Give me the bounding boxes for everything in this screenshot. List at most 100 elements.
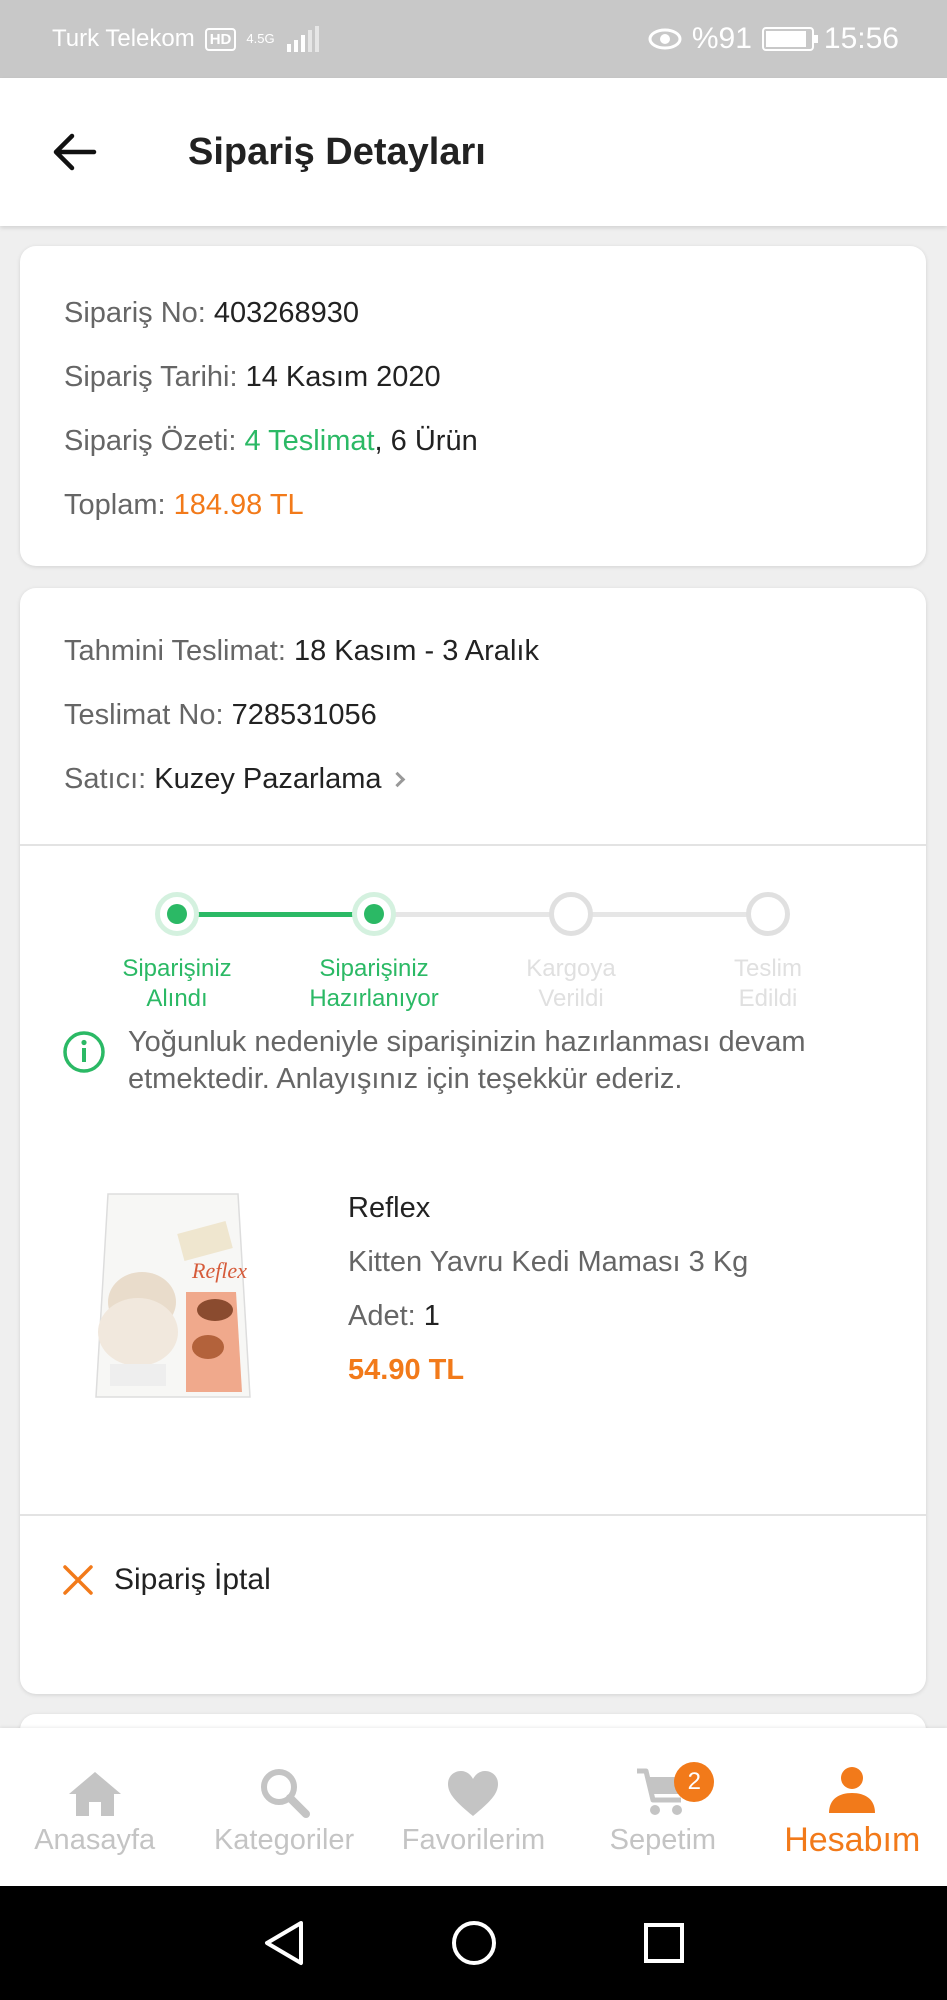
order-summary-separator: , <box>374 425 383 457</box>
order-status-tracker: Siparişiniz Alındı Siparişiniz Hazırlanıyor… <box>20 846 926 1014</box>
seller-row: Satıcı: Kuzey Pazarlama <box>64 762 926 826</box>
page-title: Sipariş Detayları <box>188 130 486 173</box>
seller-link[interactable]: Kuzey Pazarlama <box>154 762 405 796</box>
tracker-step-label-line1: Siparişiniz <box>319 955 429 982</box>
tracker-step-dot <box>746 892 790 936</box>
order-date-label: Sipariş Tarihi: <box>64 361 238 393</box>
nav-account[interactable]: Hesabım <box>758 1755 947 1860</box>
order-date-value: 14 Kasım 2020 <box>245 361 441 393</box>
nav-cart-label: Sepetim <box>609 1823 717 1856</box>
nav-cart[interactable]: Sepetim 2 <box>568 1758 757 1857</box>
tracker-step-label-line1: Teslim <box>733 955 802 982</box>
bottom-nav: Anasayfa Kategoriler Favorilerim Sepetim… <box>0 1728 947 1886</box>
cancel-order-label: Sipariş İptal <box>114 1563 271 1596</box>
product-item[interactable]: Reflex Reflex Kitten Yavru Kedi Maması 3… <box>20 1174 926 1514</box>
system-home-button[interactable] <box>444 1913 504 1973</box>
tracker-line <box>197 912 354 917</box>
product-name: Kitten Yavru Kedi Maması 3 Kg <box>348 1246 749 1278</box>
delivery-card: Tahmini Teslimat: 18 Kasım - 3 Aralık Te… <box>20 588 926 1694</box>
estimated-delivery-row: Tahmini Teslimat: 18 Kasım - 3 Aralık <box>64 634 926 698</box>
tracker-step-dot <box>549 892 593 936</box>
tracker-step-label: Siparişiniz Alındı <box>87 954 267 1014</box>
person-icon <box>829 1766 876 1813</box>
status-left: Turk Telekom HD 4.5G <box>52 25 319 53</box>
order-summary-card: Sipariş No: 403268930 Sipariş Tarihi: 14… <box>20 246 926 566</box>
tracker-line <box>591 912 748 917</box>
system-recents-button[interactable] <box>634 1913 694 1973</box>
back-button[interactable] <box>34 112 114 192</box>
nav-home[interactable]: Anasayfa <box>0 1758 189 1857</box>
product-quantity-value: 1 <box>423 1300 440 1332</box>
nav-favorites-label: Favorilerim <box>401 1823 546 1856</box>
nav-categories-label: Kategoriler <box>213 1823 355 1856</box>
clock: 15:56 <box>823 22 899 55</box>
order-total-row: Toplam: 184.98 TL <box>64 488 926 552</box>
info-icon <box>63 1031 105 1073</box>
tracker-step-dot <box>352 892 396 936</box>
product-brand-logo: Reflex <box>191 1258 247 1283</box>
tracker-step-label-line2: Alındı <box>146 985 208 1012</box>
hd-icon: HD <box>204 27 237 51</box>
order-total-label: Toplam: <box>64 489 166 521</box>
carrier-name: Turk Telekom <box>52 25 195 52</box>
tracker-step-label-line2: Verildi <box>538 985 604 1012</box>
product-brand: Reflex <box>348 1192 431 1224</box>
tracker-step-label-line1: Siparişiniz <box>122 955 232 982</box>
product-image: Reflex <box>80 1182 266 1412</box>
cart-count-badge: 2 <box>674 1761 715 1802</box>
delivery-number-row: Teslimat No: 728531056 <box>64 698 926 762</box>
order-summary-label: Sipariş Özeti: <box>64 425 237 457</box>
close-icon <box>63 1565 93 1595</box>
seller-label: Satıcı: <box>64 763 147 795</box>
seller-name: Kuzey Pazarlama <box>154 763 382 795</box>
system-back-button[interactable] <box>254 1913 314 1973</box>
home-icon <box>68 1771 121 1816</box>
heart-icon <box>448 1770 499 1816</box>
order-date-row: Sipariş Tarihi: 14 Kasım 2020 <box>64 360 926 424</box>
tracker-step-label: Kargoya Verildi <box>481 954 661 1014</box>
tracker-line <box>394 912 551 917</box>
order-number-row: Sipariş No: 403268930 <box>64 296 926 360</box>
square-recents-icon <box>643 1923 684 1963</box>
order-total-value: 184.98 TL <box>173 489 304 521</box>
status-bar: Turk Telekom HD 4.5G %91 15:56 <box>0 0 947 78</box>
estimated-delivery-value: 18 Kasım - 3 Aralık <box>293 635 539 667</box>
tracker-step-label: Teslim Edildi <box>678 954 858 1014</box>
delivery-info: Tahmini Teslimat: 18 Kasım - 3 Aralık Te… <box>20 588 926 844</box>
triangle-back-icon <box>264 1921 303 1965</box>
estimated-delivery-label: Tahmini Teslimat: <box>64 635 286 667</box>
tracker-step-label-line2: Edildi <box>738 985 798 1012</box>
system-nav-bar <box>0 1886 947 2000</box>
product-quantity-row: Adet: 1 <box>348 1300 748 1354</box>
circle-home-icon <box>451 1921 496 1965</box>
tracker-step-label: Siparişiniz Hazırlanıyor <box>284 954 464 1014</box>
order-number-value: 403268930 <box>213 297 360 329</box>
product-info: Reflex Kitten Yavru Kedi Maması 3 Kg Ade… <box>348 1174 748 1514</box>
cancel-order-button[interactable]: Sipariş İptal <box>20 1516 926 1644</box>
tracker-step-label-line2: Hazırlanıyor <box>309 985 439 1012</box>
app-bar: Sipariş Detayları <box>0 78 947 226</box>
tracker-step-dot <box>155 892 199 936</box>
status-right: %91 15:56 <box>648 22 899 56</box>
chevron-right-icon <box>389 771 405 787</box>
arrow-left-icon <box>53 133 97 171</box>
eye-icon <box>648 28 682 50</box>
notice-text: Yoğunluk nedeniyle siparişinizin hazırla… <box>128 1026 806 1095</box>
delivery-number-label: Teslimat No: <box>64 699 224 731</box>
battery-icon <box>761 27 818 51</box>
search-icon <box>261 1768 311 1818</box>
order-number-label: Sipariş No: <box>64 297 206 329</box>
tracker-step-label-line1: Kargoya <box>526 955 616 982</box>
order-products-count: 6 Ürün <box>390 425 478 457</box>
nav-account-label: Hesabım <box>784 1820 921 1859</box>
battery-percent: %91 <box>691 22 752 55</box>
battery-fill <box>765 31 806 47</box>
nav-favorites[interactable]: Favorilerim <box>379 1758 568 1857</box>
product-price: 54.90 TL <box>348 1354 465 1386</box>
nav-categories[interactable]: Kategoriler <box>190 1758 379 1857</box>
signal-icon <box>286 26 319 52</box>
order-deliveries-count: 4 Teslimat <box>244 425 375 457</box>
delivery-number-value: 728531056 <box>231 699 377 731</box>
nav-home-label: Anasayfa <box>34 1823 156 1856</box>
network-type: 4.5G <box>246 31 275 46</box>
